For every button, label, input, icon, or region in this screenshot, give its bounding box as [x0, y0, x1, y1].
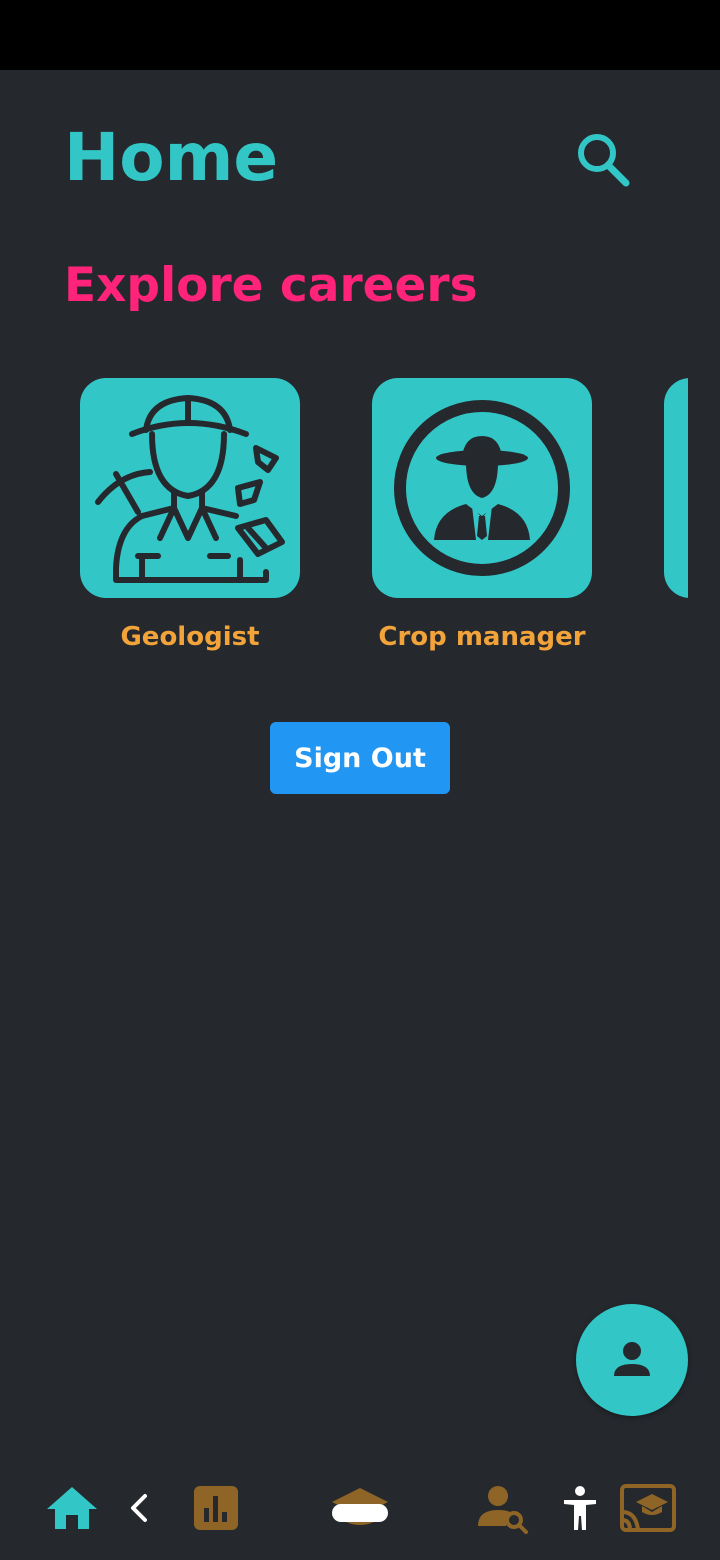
nav-accessibility[interactable]: [550, 1478, 610, 1538]
home-screen: Home Explore careers Geologist Crop mana…: [0, 70, 720, 1470]
career-card-crop-manager[interactable]: Crop manager: [372, 378, 592, 656]
nav-back[interactable]: [110, 1478, 170, 1538]
search-icon: [578, 134, 630, 187]
person-search-icon: [478, 1486, 528, 1534]
career-icon-box: [80, 378, 300, 598]
gesture-handle[interactable]: [332, 1504, 388, 1522]
accessibility-icon: [564, 1486, 596, 1530]
career-card-partial[interactable]: [664, 378, 688, 598]
career-label: Crop manager: [378, 622, 586, 652]
career-icon-box: [372, 378, 592, 598]
crop-manager-icon: [394, 400, 570, 576]
nav-stats[interactable]: [186, 1478, 246, 1538]
back-chevron-icon: [131, 1494, 147, 1522]
status-bar: [0, 0, 720, 70]
profile-fab[interactable]: [576, 1304, 688, 1416]
person-icon: [614, 1342, 650, 1376]
sign-out-button[interactable]: Sign Out: [270, 722, 450, 794]
page-title: Home: [64, 119, 279, 196]
section-title: Explore careers: [64, 258, 478, 313]
career-label: Geologist: [120, 622, 260, 652]
nav-home[interactable]: [42, 1478, 102, 1538]
cast-education-icon: [620, 1484, 676, 1532]
career-icon-box: [664, 378, 688, 598]
geologist-icon: [95, 395, 285, 583]
career-card-geologist[interactable]: Geologist: [80, 378, 300, 656]
nav-career-search[interactable]: [474, 1478, 534, 1538]
nav-cast-learning[interactable]: [618, 1478, 678, 1538]
bottom-navigation: [0, 1470, 720, 1560]
bar-chart-icon: [194, 1486, 238, 1530]
search-button[interactable]: [570, 128, 634, 192]
home-icon: [47, 1487, 97, 1529]
